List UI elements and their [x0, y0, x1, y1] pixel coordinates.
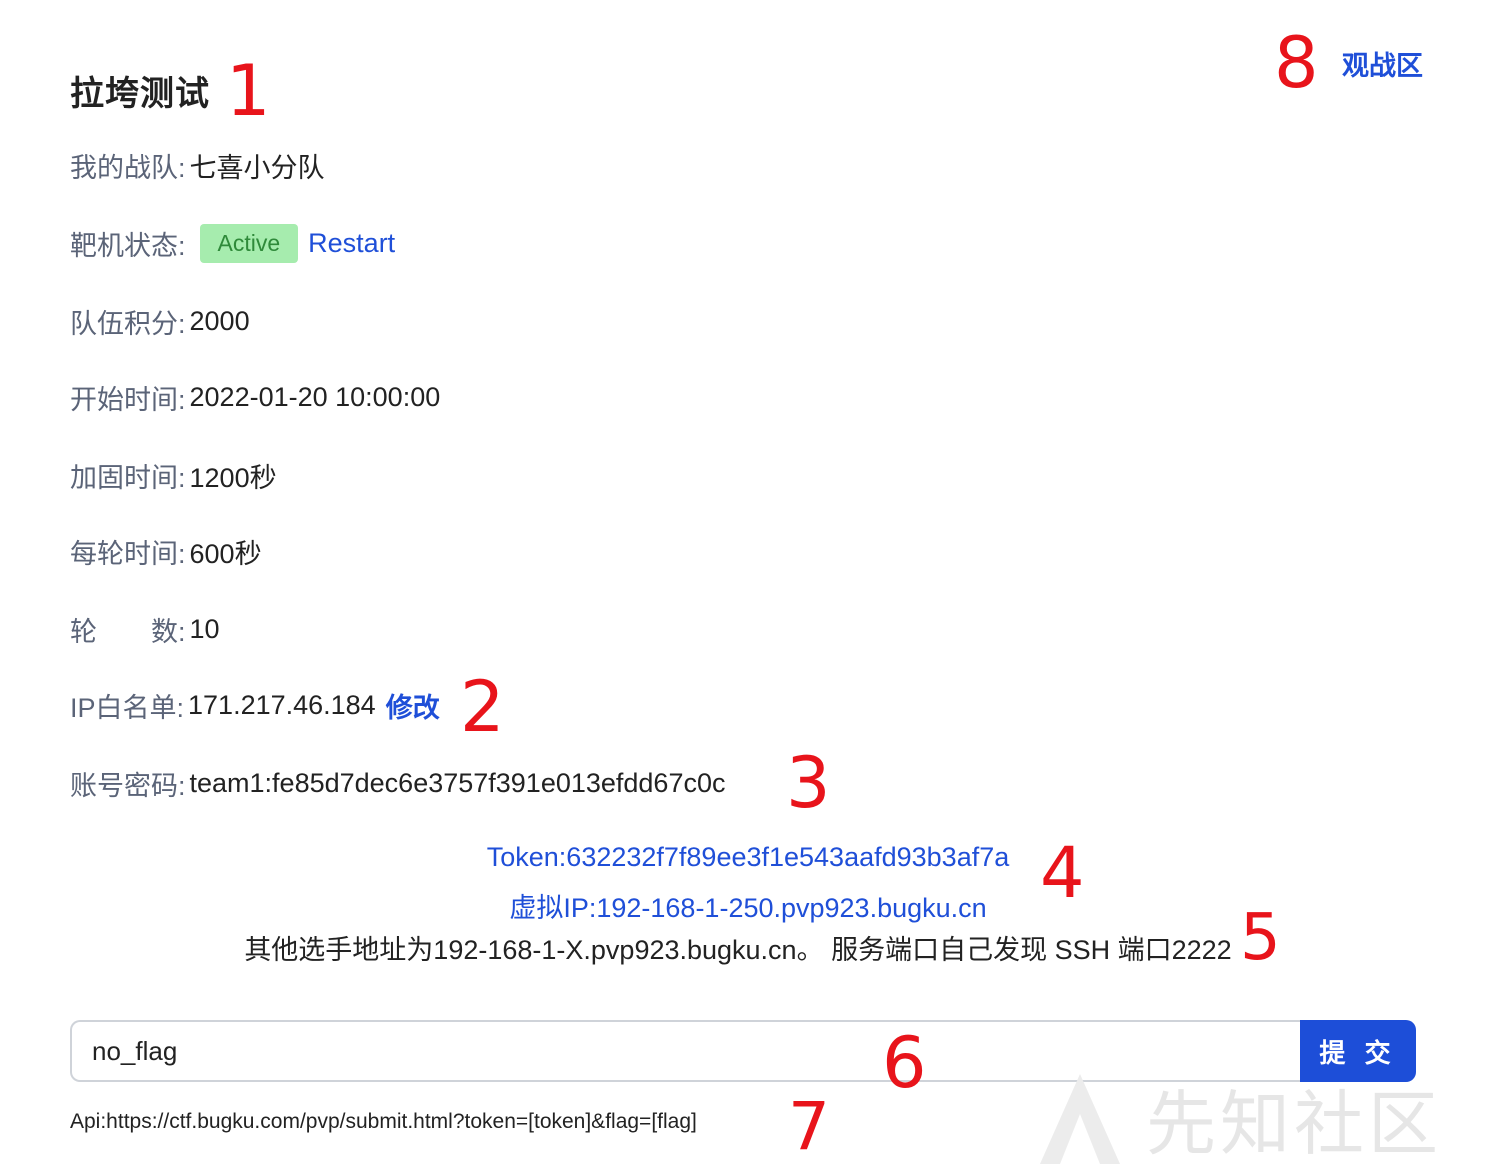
- harden-time-label: 加固时间:: [70, 463, 186, 493]
- modify-whitelist-link[interactable]: 修改: [386, 686, 440, 725]
- team-label: 我的战队:: [70, 153, 186, 183]
- watermark-logo-icon: [1040, 1073, 1120, 1164]
- whitelist-label: IP白名单:: [70, 693, 185, 723]
- account-value: team1:fe85d7dec6e3757f391e013efdd67c0c: [189, 768, 726, 798]
- round-time-label: 每轮时间:: [70, 539, 186, 569]
- score-row: 队伍积分: 2000: [70, 302, 250, 341]
- account-row: 账号密码: team1:fe85d7dec6e3757f391e013efdd6…: [70, 764, 725, 803]
- harden-time-value: 1200秒: [189, 463, 277, 493]
- annotation-8: 8: [1274, 22, 1319, 104]
- start-time-label: 开始时间:: [70, 385, 186, 415]
- whitelist-value: 171.217.46.184: [188, 690, 376, 720]
- annotation-7: 7: [788, 1088, 830, 1165]
- score-label: 队伍积分:: [70, 309, 186, 339]
- annotation-1: 1: [226, 50, 271, 132]
- annotation-5: 5: [1240, 901, 1281, 975]
- restart-link[interactable]: Restart: [308, 228, 395, 259]
- score-value: 2000: [189, 306, 250, 336]
- round-time-value: 600秒: [189, 539, 262, 569]
- rounds-label-a: 轮: [70, 617, 97, 647]
- team-row: 我的战队: 七喜小分队: [70, 146, 325, 185]
- annotation-6: 6: [882, 1022, 927, 1104]
- rounds-label-b: 数:: [151, 617, 186, 647]
- spectate-link[interactable]: 观战区: [1342, 44, 1423, 83]
- rounds-value: 10: [189, 614, 220, 644]
- start-time-row: 开始时间: 2022-01-20 10:00:00: [70, 378, 440, 417]
- start-time-value: 2022-01-20 10:00:00: [189, 382, 441, 412]
- status-label: 靶机状态:: [70, 231, 186, 261]
- annotation-2: 2: [460, 666, 505, 748]
- team-value: 七喜小分队: [189, 153, 325, 183]
- page-title: 拉垮测试: [70, 75, 210, 113]
- harden-time-row: 加固时间: 1200秒: [70, 456, 277, 495]
- round-time-row: 每轮时间: 600秒: [70, 532, 262, 571]
- status-row: 靶机状态: Active Restart: [70, 224, 395, 263]
- whitelist-row: IP白名单: 171.217.46.184 修改: [70, 686, 440, 725]
- watermark-text: 先知社区: [1146, 1085, 1442, 1163]
- watermark: 先知社区: [1040, 1068, 1442, 1169]
- token-text: Token:632232f7f89ee3f1e543aafd93b3af7a: [486, 842, 1010, 872]
- annotation-3: 3: [786, 742, 831, 824]
- api-hint: Api:https://ctf.bugku.com/pvp/submit.htm…: [70, 1110, 697, 1133]
- rounds-row: 轮 数: 10: [70, 610, 220, 649]
- status-badge: Active: [199, 224, 299, 263]
- annotation-4: 4: [1040, 832, 1085, 914]
- account-label: 账号密码:: [70, 771, 186, 801]
